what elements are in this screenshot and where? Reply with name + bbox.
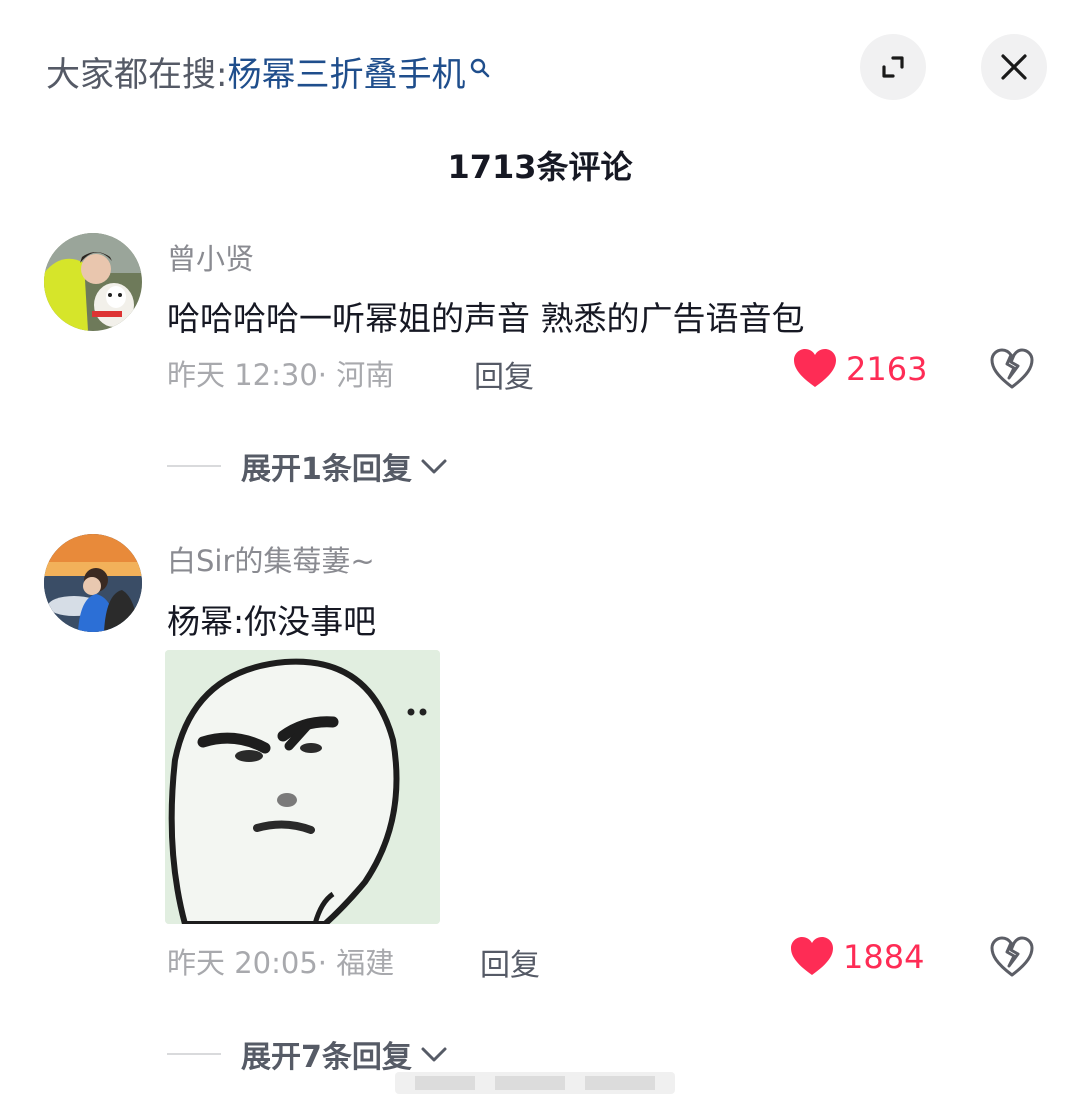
search-term-link[interactable]: 杨幂三折叠手机 — [227, 47, 465, 96]
avatar[interactable] — [44, 233, 142, 331]
close-icon — [1001, 54, 1027, 80]
expand-replies-label: 展开1条回复 — [241, 452, 412, 487]
comment-time: 昨天 12:30 — [167, 358, 318, 392]
like-count: 1884 — [843, 938, 925, 976]
dislike-button[interactable] — [990, 936, 1034, 982]
close-button[interactable] — [981, 34, 1047, 100]
chevron-down-icon — [421, 1047, 447, 1062]
meme-sticker-image[interactable] — [165, 650, 440, 924]
reply-button[interactable]: 回复 — [474, 352, 534, 396]
like-button[interactable]: 1884 — [791, 937, 924, 977]
avatar[interactable] — [44, 534, 142, 632]
divider-line — [167, 1053, 221, 1055]
heart-icon — [791, 937, 833, 975]
comment-meta: 昨天 20:05 · 福建 — [167, 940, 394, 982]
comment-location: · 福建 — [317, 946, 395, 980]
watermark-overlay — [395, 1066, 675, 1100]
username[interactable]: 白Sir的集莓萋~ — [167, 538, 375, 580]
broken-heart-icon — [990, 936, 1034, 977]
expand-replies-label: 展开7条回复 — [241, 1040, 412, 1075]
comment-count: 1713条评论 — [447, 148, 633, 186]
expand-replies[interactable]: 展开1条回复 — [167, 444, 448, 488]
comment-meta: 昨天 12:30 · 河南 — [167, 352, 394, 394]
search-suggestion[interactable]: 大家都在搜: 杨幂三折叠手机 — [46, 46, 491, 96]
comment-text: 哈哈哈哈一听幂姐的声音 熟悉的广告语音包 — [167, 299, 805, 338]
broken-heart-icon — [990, 348, 1034, 389]
like-count: 2163 — [846, 350, 928, 388]
dislike-button[interactable] — [990, 348, 1034, 394]
search-icon — [469, 48, 491, 78]
divider-line — [167, 465, 221, 467]
comment-text: 杨幂:你没事吧 — [167, 602, 377, 641]
username[interactable]: 曾小贤 — [167, 236, 254, 278]
expand-button[interactable] — [860, 34, 926, 100]
comment-time: 昨天 20:05 — [167, 946, 318, 980]
comment-sheet: 大家都在搜: 杨幂三折叠手机 1713条评论 曾小贤 哈哈哈哈一听幂姐的声音 熟… — [0, 0, 1080, 1109]
comment-location: · 河南 — [317, 358, 395, 392]
expand-icon — [882, 56, 904, 78]
heart-icon — [794, 349, 836, 387]
search-prefix: 大家都在搜: — [46, 54, 228, 95]
like-button[interactable]: 2163 — [794, 349, 927, 389]
chevron-down-icon — [421, 459, 447, 474]
reply-button[interactable]: 回复 — [480, 940, 540, 984]
